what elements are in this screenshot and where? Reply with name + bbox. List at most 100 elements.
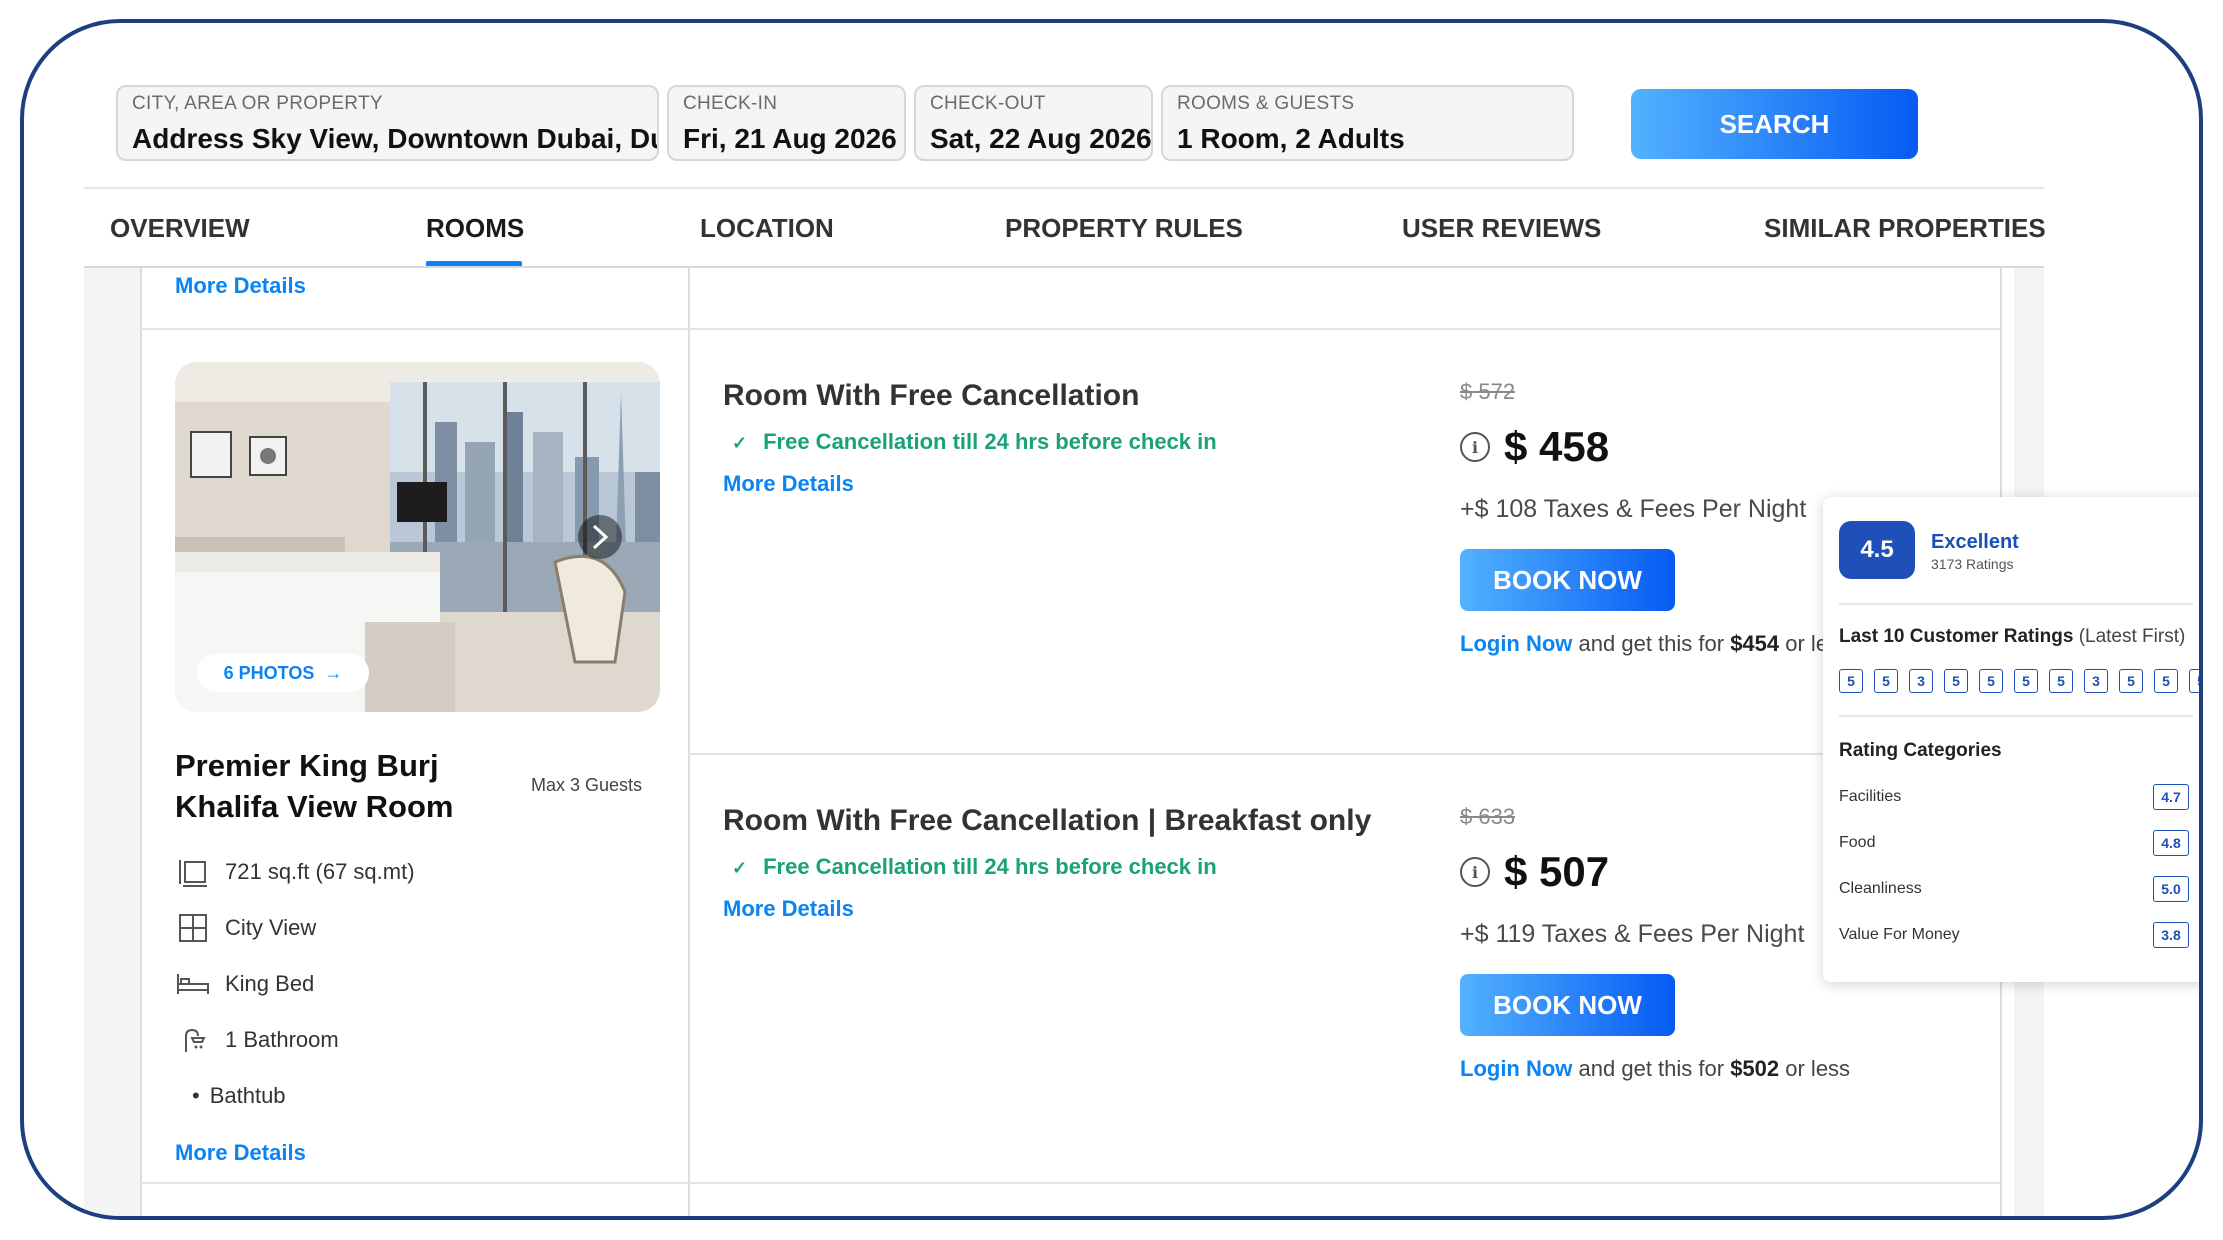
info-icon[interactable]: i <box>1460 857 1490 887</box>
tab-similar-properties[interactable]: SIMILAR PROPERTIES <box>1764 213 2046 244</box>
option-1-price: i $ 458 <box>1460 423 1609 471</box>
rating-category-name: Food <box>1839 834 1876 851</box>
option-2-login-offer: Login Now and get this for $502 or less <box>1460 1056 1850 1082</box>
option-2-login-text: and get this for <box>1572 1056 1731 1081</box>
room-feature-area: 721 sq.ft (67 sq.mt) <box>175 854 415 890</box>
option-1-login-offer: Login Now and get this for $454 or less <box>1460 631 1850 657</box>
room-bullet-bathtub: • Bathtub <box>192 1078 286 1114</box>
last-ratings-note: (Latest First) <box>2078 626 2186 647</box>
city-field[interactable]: CITY, AREA OR PROPERTY Address Sky View,… <box>116 85 659 161</box>
bullet-dot: • <box>192 1083 200 1108</box>
option-2-book-now-button[interactable]: BOOK NOW <box>1460 974 1675 1036</box>
tab-property-rules[interactable]: PROPERTY RULES <box>1005 213 1243 244</box>
photos-button[interactable]: 6 PHOTOS → <box>197 654 369 692</box>
last-ratings-title: Last 10 Customer Ratings <box>1839 626 2074 647</box>
room-more-details-link[interactable]: More Details <box>175 1140 306 1166</box>
bathroom-text: 1 Bathroom <box>225 1027 339 1052</box>
rating-label: Excellent <box>1931 531 2019 553</box>
previous-room-more-details-link[interactable]: More Details <box>175 273 306 299</box>
bathtub-text: Bathtub <box>209 1083 286 1108</box>
tab-user-reviews[interactable]: USER REVIEWS <box>1402 213 1601 244</box>
rating-category-value: 4.8 <box>2153 830 2189 856</box>
view-text: City View <box>225 915 317 940</box>
room-divider-top <box>140 328 2002 330</box>
option-2-more-details-link[interactable]: More Details <box>723 896 854 922</box>
option-2-taxes: +$ 119 Taxes & Fees Per Night <box>1460 920 1805 948</box>
rating-categories-heading: Rating Categories <box>1839 740 2002 761</box>
option-1-title: Room With Free Cancellation <box>723 379 1140 412</box>
rating-category-name: Facilities <box>1839 788 1902 805</box>
rating-category-name: Cleanliness <box>1839 880 1922 897</box>
tab-overview[interactable]: OVERVIEW <box>110 213 250 244</box>
photos-label: 6 PHOTOS <box>223 662 315 683</box>
check-icon: ✓ <box>732 858 748 878</box>
checkout-label: CHECK-OUT <box>930 93 1046 114</box>
tab-location[interactable]: LOCATION <box>700 213 834 244</box>
rating-popup: 4.5 Excellent 3173 Ratings Last 10 Custo… <box>1823 497 2199 982</box>
rating-category-value: 5.0 <box>2153 876 2189 902</box>
arrow-right-icon: → <box>324 662 343 683</box>
check-icon: ✓ <box>732 433 748 453</box>
last-rating-box: 5 <box>1839 669 1863 693</box>
shower-icon <box>175 1022 211 1058</box>
screenshot-frame: CITY, AREA OR PROPERTY Address Sky View,… <box>20 19 2203 1220</box>
window-icon <box>175 910 211 946</box>
option-2-login-price: $502 <box>1730 1056 1780 1081</box>
option-1-login-text: and get this for <box>1572 631 1731 656</box>
last-ratings-heading: Last 10 Customer Ratings (Latest First) <box>1839 626 2185 648</box>
checkout-field[interactable]: CHECK-OUT Sat, 22 Aug 2026 <box>914 85 1153 161</box>
option-1-book-now-button[interactable]: BOOK NOW <box>1460 549 1675 611</box>
last-rating-box: 5 <box>2154 669 2178 693</box>
last-rating-box: 3 <box>1909 669 1933 693</box>
rating-score: 4.5 <box>1839 521 1915 579</box>
option-2-cancellation-text: Free Cancellation till 24 hrs before che… <box>763 854 1217 879</box>
checkin-label: CHECK-IN <box>683 93 778 114</box>
option-1-price-value: $ 458 <box>1504 423 1610 470</box>
last-rating-box: 5 <box>1979 669 2003 693</box>
option-1-original-price: $ 572 <box>1460 379 1516 404</box>
last-rating-box: 5 <box>2049 669 2073 693</box>
option-2-original-price: $ 633 <box>1460 804 1516 829</box>
last-rating-box: 5 <box>1944 669 1968 693</box>
last-rating-box: 5 <box>1874 669 1898 693</box>
info-icon[interactable]: i <box>1460 432 1490 462</box>
option-1-cancellation: ✓ Free Cancellation till 24 hrs before ch… <box>732 429 1217 455</box>
option-1-taxes: +$ 108 Taxes & Fees Per Night <box>1460 495 1807 523</box>
last-rating-box: 3 <box>2084 669 2108 693</box>
tab-rooms[interactable]: ROOMS <box>426 213 524 244</box>
checkin-field[interactable]: CHECK-IN Fri, 21 Aug 2026 <box>667 85 906 161</box>
rating-category-name: Value For Money <box>1839 926 1960 943</box>
option-2-price: i $ 507 <box>1460 848 1609 896</box>
option-2-title: Room With Free Cancellation | Breakfast … <box>723 804 1372 837</box>
guests-label: ROOMS & GUESTS <box>1177 93 1355 114</box>
room-title: Premier King Burj Khalifa View Room <box>175 748 454 824</box>
guests-value: 1 Room, 2 Adults <box>1177 123 1405 154</box>
bed-icon <box>175 966 211 1002</box>
option-1-login-link[interactable]: Login Now <box>1460 631 1572 656</box>
city-label: CITY, AREA OR PROPERTY <box>132 93 383 114</box>
checkin-value: Fri, 21 Aug 2026 <box>683 123 897 154</box>
option-divider <box>688 753 2002 755</box>
last-rating-box: 5 <box>2014 669 2038 693</box>
last-rating-box: 5 <box>2189 669 2199 693</box>
rating-category-value: 4.7 <box>2153 784 2189 810</box>
city-value: Address Sky View, Downtown Dubai, Dubai <box>132 123 659 154</box>
option-1-more-details-link[interactable]: More Details <box>723 471 854 497</box>
bed-text: King Bed <box>225 971 315 996</box>
search-button[interactable]: SEARCH <box>1631 89 1918 159</box>
card-column-divider <box>688 268 690 1216</box>
tabs-divider-top <box>84 187 2044 189</box>
rating-count: 3173 Ratings <box>1931 556 2014 572</box>
option-2-cancellation: ✓ Free Cancellation till 24 hrs before ch… <box>732 854 1217 880</box>
option-2-login-suffix: or less <box>1779 1056 1851 1081</box>
area-icon <box>175 854 211 890</box>
rating-divider <box>1839 715 2193 717</box>
rooms-guests-field[interactable]: ROOMS & GUESTS 1 Room, 2 Adults <box>1161 85 1574 161</box>
room-feature-view: City View <box>175 910 316 946</box>
option-2-price-value: $ 507 <box>1504 848 1610 895</box>
last-rating-box: 5 <box>2119 669 2143 693</box>
area-text: 721 sq.ft (67 sq.mt) <box>225 859 415 884</box>
option-2-login-link[interactable]: Login Now <box>1460 1056 1572 1081</box>
checkout-value: Sat, 22 Aug 2026 <box>930 123 1152 154</box>
max-guests: Max 3 Guests <box>531 775 643 795</box>
